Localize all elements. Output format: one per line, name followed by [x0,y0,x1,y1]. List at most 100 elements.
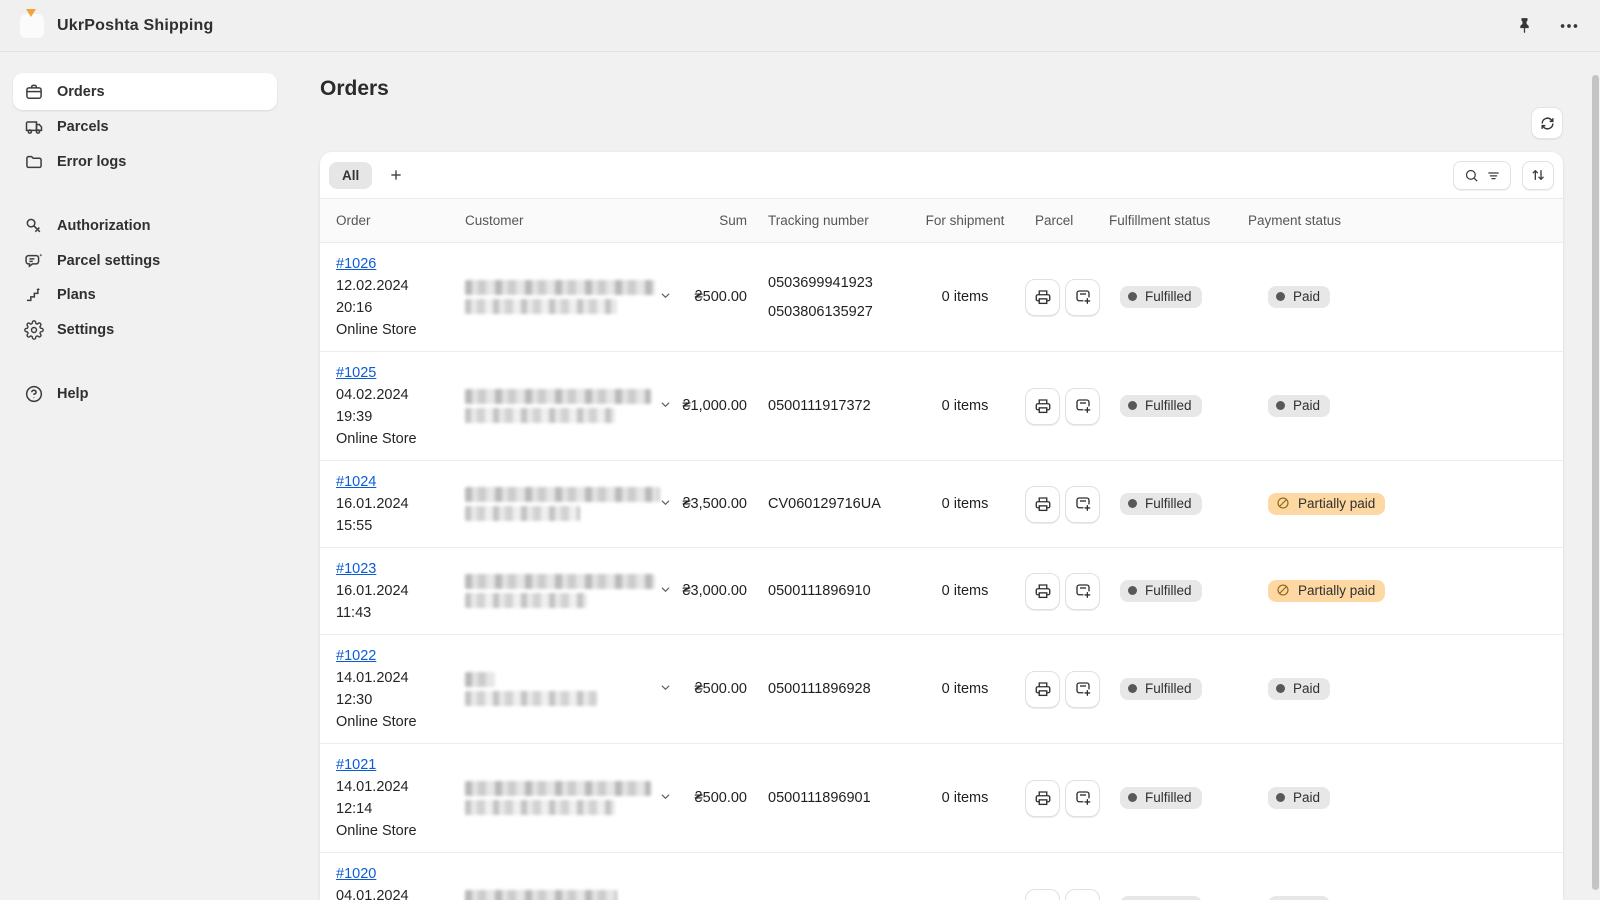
pushpin-icon[interactable] [1515,16,1534,35]
customer-cell [450,668,680,710]
order-date: 14.01.2024 12:14 [336,776,444,820]
fulfilled-dot-icon [1128,401,1137,410]
table-row: #1022 14.01.2024 12:30 Online Store ₴500… [320,635,1563,744]
chevron-down-icon[interactable] [659,583,672,596]
fulfillment-status-badge: Fulfilled [1120,580,1202,602]
customer-redacted-line [465,280,655,295]
payment-status-badge: Paid [1268,286,1330,308]
truck-icon [24,117,44,137]
customer-cell [450,570,680,612]
paid-dot-icon [1276,684,1285,693]
sidebar-item-parcel-settings[interactable]: Parcel settings [13,244,277,279]
order-link[interactable]: #1023 [336,561,376,577]
payment-status-label: Paid [1293,289,1320,304]
chevron-down-icon[interactable] [659,496,672,509]
tracking-number: CV060129716UA [768,496,910,512]
help-circle-icon [24,384,44,404]
for-shipment-cell: 0 items [910,289,1020,305]
print-parcel-button[interactable] [1025,388,1060,425]
order-cell: #1020 04.01.2024 15:26 Online Store [320,853,450,900]
create-parcel-button[interactable] [1065,780,1100,817]
printer-icon [1034,397,1052,415]
fulfillment-cell: Fulfilled [1100,896,1240,900]
print-parcel-button[interactable] [1025,889,1060,900]
partially-paid-icon [1276,496,1290,510]
column-header-order: Order [320,213,450,228]
sidebar-item-label: Help [57,386,88,402]
create-parcel-button[interactable] [1065,889,1100,900]
chevron-down-icon[interactable] [659,790,672,803]
refresh-button[interactable] [1531,107,1563,139]
for-shipment-cell: 0 items [910,790,1020,806]
print-parcel-button[interactable] [1025,780,1060,817]
order-cell: #1023 16.01.2024 11:43 [320,548,450,634]
customer-redacted-line [465,593,587,608]
printer-icon [1034,495,1052,513]
create-parcel-button[interactable] [1065,388,1100,425]
print-parcel-button[interactable] [1025,486,1060,523]
filter-icon [1486,168,1501,183]
customer-redacted-line [465,781,651,796]
sidebar-item-orders[interactable]: Orders [13,73,277,110]
sidebar-item-authorization[interactable]: Authorization [13,209,277,244]
tab-all[interactable]: All [329,162,372,189]
print-parcel-button[interactable] [1025,671,1060,708]
table-row: #1026 12.02.2024 20:16 Online Store ₴500… [320,243,1563,352]
sort-icon [1530,167,1546,183]
fulfillment-cell: Fulfilled [1100,787,1240,809]
fulfillment-status-label: Fulfilled [1145,289,1192,304]
tracking-number: 0503699941923 [768,275,910,291]
create-parcel-button[interactable] [1065,573,1100,610]
order-link[interactable]: #1025 [336,365,376,381]
table-row: #1024 16.01.2024 15:55 ₴3,500.00 CV06012… [320,461,1563,548]
chevron-down-icon[interactable] [659,681,672,694]
payment-status-badge: Paid [1268,787,1330,809]
vertical-scrollbar[interactable] [1592,75,1599,890]
search-icon [1464,168,1479,183]
sidebar-item-error-logs[interactable]: Error logs [13,145,277,180]
customer-redacted-line [465,890,617,900]
search-filter-button[interactable] [1453,161,1511,190]
tracking-number: 0500111917372 [768,398,910,414]
parcel-cell [1020,780,1100,817]
print-parcel-button[interactable] [1025,573,1060,610]
payment-cell: Paid [1240,787,1563,809]
customer-cell [450,483,680,525]
fulfillment-cell: Fulfilled [1100,678,1240,700]
page-title: Orders [320,77,389,101]
tracking-numbers: 0500111896910 [755,583,910,599]
order-link[interactable]: #1020 [336,866,376,882]
payment-status-badge: Paid [1268,678,1330,700]
sort-button[interactable] [1522,161,1554,190]
overflow-menu-icon[interactable] [1558,15,1580,37]
create-parcel-button[interactable] [1065,279,1100,316]
order-date: 04.01.2024 15:26 [336,885,444,900]
sidebar-item-plans[interactable]: Plans [13,278,277,313]
order-channel: Online Store [336,711,444,733]
create-parcel-button[interactable] [1065,671,1100,708]
chevron-down-icon[interactable] [659,289,672,302]
orders-box-icon [24,82,44,102]
order-link[interactable]: #1026 [336,256,376,272]
sidebar-item-parcels[interactable]: Parcels [13,110,277,145]
order-link[interactable]: #1022 [336,648,376,664]
create-parcel-button[interactable] [1065,486,1100,523]
fulfillment-cell: Fulfilled [1100,286,1240,308]
print-parcel-button[interactable] [1025,279,1060,316]
fulfillment-status-label: Fulfilled [1145,398,1192,413]
payment-cell: Partially paid [1240,580,1563,603]
order-cell: #1021 14.01.2024 12:14 Online Store [320,744,450,852]
add-view-button[interactable] [382,161,410,189]
chevron-down-icon[interactable] [659,398,672,411]
sidebar-item-help[interactable]: Help [13,377,277,412]
column-header-customer: Customer [450,213,680,228]
sidebar-item-settings[interactable]: Settings [13,313,277,348]
parcel-cell [1020,279,1100,316]
fulfilled-dot-icon [1128,684,1137,693]
order-link[interactable]: #1024 [336,474,376,490]
tracking-number: 0500111896901 [768,790,910,806]
customer-cell [450,777,680,819]
column-header-sum: Sum [680,213,755,228]
order-link[interactable]: #1021 [336,757,376,773]
view-tabs-bar: All [320,152,1563,198]
